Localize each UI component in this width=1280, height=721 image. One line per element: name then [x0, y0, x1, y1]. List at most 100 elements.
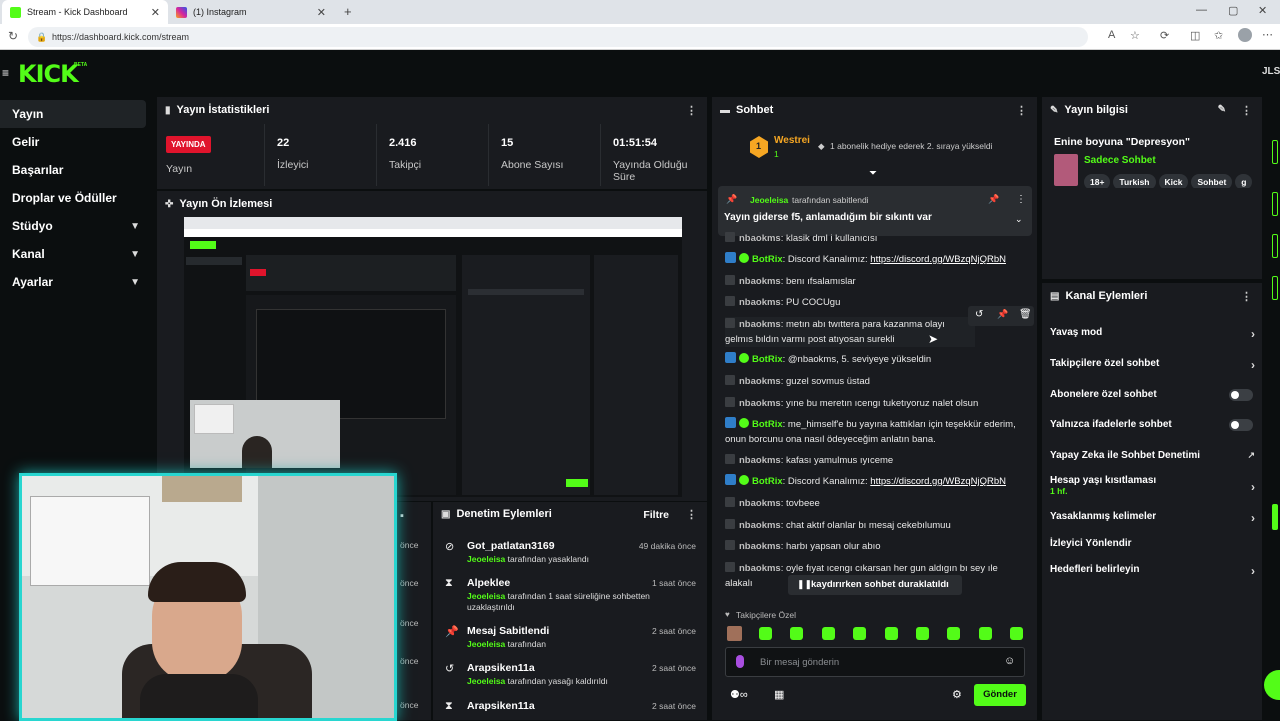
emote-icon[interactable] [979, 627, 992, 640]
emote-icon[interactable] [759, 627, 772, 640]
chat-message[interactable]: nbaokms: chat aktıf olanlar bı mesaj cek… [725, 518, 1025, 533]
collapse-icon[interactable]: ⏷ [869, 168, 877, 179]
pinned-message[interactable]: 📌 Jeoeleisa tarafından sabitlendi 📌 ⋮ Ya… [718, 186, 1032, 236]
chat-tools-icon[interactable]: ⚉∞ [730, 688, 748, 701]
side-shortcut[interactable] [1272, 276, 1278, 300]
help-button[interactable] [1264, 670, 1280, 700]
chevron-down-icon[interactable]: ⌄ [1015, 214, 1023, 225]
channel-action-emotes-only[interactable]: Yalnızca ifadelerle sohbet [1050, 419, 1255, 431]
chat-message[interactable]: nbaokms: yıne bu meretın ıcengı tuketıyo… [725, 396, 1025, 411]
split-screen-icon[interactable]: ◫ [1190, 29, 1200, 42]
kick-logo[interactable]: KICK [18, 60, 79, 88]
maximize-icon[interactable]: ▢ [1228, 4, 1238, 17]
kebab-menu-icon[interactable]: ⋮ [1016, 194, 1026, 205]
chat-username[interactable]: nbaokms [739, 233, 781, 242]
filter-button[interactable]: Filtre [643, 509, 669, 521]
kebab-menu-icon[interactable]: ⋮ [686, 508, 697, 521]
close-tab-icon[interactable]: ✕ [317, 6, 326, 19]
chat-message[interactable]: BotRix: Discord Kanalımız: https://disco… [725, 474, 1025, 489]
extensions-icon[interactable]: ⟳ [1160, 29, 1169, 42]
chat-username[interactable]: BotRix [752, 476, 783, 487]
emote-avatar[interactable] [727, 626, 742, 641]
sidebar-item-yayin[interactable]: Yayın [0, 100, 146, 128]
channel-action-followers-only[interactable]: Takipçilere özel sohbet › [1050, 358, 1255, 372]
side-shortcut[interactable] [1272, 192, 1278, 216]
emote-icon[interactable] [822, 627, 835, 640]
chat-username[interactable]: nbaokms [739, 319, 781, 330]
chat-message[interactable]: nbaokms: benı ıfsalamıslar [725, 274, 1025, 289]
tab-kick-dashboard[interactable]: Stream - Kick Dashboard ✕ [2, 0, 168, 24]
chat-paused-banner[interactable]: ❚❚ kaydırırken sohbet duraklatıldı [788, 575, 962, 595]
channel-action-raid[interactable]: İzleyici Yönlendir [1050, 538, 1255, 549]
chat-message[interactable]: nbaokms: tovbeee [725, 496, 1025, 511]
pin-icon[interactable]: 📌 [997, 309, 1008, 320]
edit-icon[interactable]: ✎ [1218, 104, 1226, 115]
chat-username[interactable]: nbaokms [739, 498, 781, 509]
chat-username[interactable]: nbaokms [739, 376, 781, 387]
chat-username[interactable]: nbaokms [739, 520, 781, 531]
subscribers-only-toggle[interactable] [1229, 389, 1253, 401]
emote-icon[interactable] [916, 627, 929, 640]
sidebar-item-droplar[interactable]: Droplar ve Ödüller [0, 184, 150, 212]
chat-message[interactable]: nbaokms: guzel sovmus üstad [725, 374, 1025, 389]
user-initials[interactable]: JLS [1262, 66, 1280, 77]
chat-username[interactable]: nbaokms [739, 276, 781, 287]
sidebar-item-gelir[interactable]: Gelir [0, 128, 150, 156]
window-close-icon[interactable]: ✕ [1258, 4, 1267, 17]
chat-link[interactable]: https://discord.gg/WBzqNjQRbN [870, 254, 1006, 265]
kebab-menu-icon[interactable]: ⋮ [1241, 104, 1252, 117]
chat-username[interactable]: nbaokms [739, 563, 781, 574]
top-gifter-name[interactable]: Westrei [774, 135, 810, 146]
kebab-menu-icon[interactable]: ⋮ [1241, 290, 1252, 303]
side-shortcut[interactable] [1272, 234, 1278, 258]
read-aloud-icon[interactable]: A [1108, 29, 1115, 41]
chat-message[interactable]: BotRix: me_himself'e bu yayına kattıklar… [725, 417, 1025, 447]
chat-message[interactable]: nbaokms: kafası yamulmus ıyıceme [725, 453, 1025, 468]
chat-link[interactable]: https://discord.gg/WBzqNjQRbN [870, 476, 1006, 487]
mod-action-item[interactable]: ⧗ Alpeklee Jeoeleisa tarafından 1 saat s… [445, 577, 700, 617]
channel-action-subscribers-only[interactable]: Abonelere özel sohbet [1050, 389, 1255, 401]
chat-message[interactable]: BotRix: Discord Kanalımız: https://disco… [725, 252, 1025, 267]
minimize-icon[interactable]: — [1196, 4, 1207, 16]
favorite-star-icon[interactable]: ☆ [1130, 29, 1140, 42]
kebab-menu-icon[interactable]: ⋮ [686, 104, 697, 117]
emoji-icon[interactable]: ☺ [1004, 655, 1015, 667]
close-tab-icon[interactable]: ✕ [151, 6, 160, 19]
category-name[interactable]: Sadece Sohbet [1084, 155, 1156, 166]
channel-action-goals[interactable]: Hedefleri belirleyin › [1050, 564, 1255, 578]
store-icon[interactable]: ▦ [774, 688, 784, 701]
sidebar-item-ayarlar[interactable]: Ayarlar ▼ [0, 268, 150, 296]
emote-icon[interactable] [853, 627, 866, 640]
emotes-only-toggle[interactable] [1229, 419, 1253, 431]
sidebar-item-basarilar[interactable]: Başarılar [0, 156, 150, 184]
chat-username[interactable]: nbaokms [739, 398, 781, 409]
channel-action-slow-mode[interactable]: Yavaş mod › [1050, 327, 1255, 341]
mic-icon[interactable] [736, 655, 744, 668]
chat-input-box[interactable]: Bir mesaj gönderin ☺ [725, 647, 1025, 677]
chat-username[interactable]: nbaokms [739, 455, 781, 466]
channel-action-banned-words[interactable]: Yasaklanmış kelimeler › [1050, 511, 1255, 525]
side-shortcut-active[interactable] [1272, 504, 1278, 530]
hamburger-menu-icon[interactable]: ≡ [2, 66, 9, 80]
mod-action-item[interactable]: 📌 Mesaj Sabitlendi Jeoeleisa tarafından … [445, 625, 700, 655]
chat-username[interactable]: nbaokms [739, 541, 781, 552]
timeout-icon[interactable]: ↺ [975, 309, 983, 320]
reload-icon[interactable]: ↻ [8, 29, 18, 43]
chat-username[interactable]: BotRix [752, 254, 783, 265]
channel-action-ai-moderation[interactable]: Yapay Zeka ile Sohbet Denetimi ↗ [1050, 450, 1255, 461]
tab-instagram[interactable]: (1) Instagram ✕ [168, 0, 334, 24]
chat-message[interactable]: BotRix: @nbaokms, 5. seviyeye yükseldin [725, 352, 1025, 367]
chat-message[interactable]: nbaokms: harbı yapsan olur abıo [725, 539, 1025, 554]
trash-icon[interactable]: 🗑 [1019, 309, 1032, 320]
chat-username[interactable]: BotRix [752, 419, 783, 430]
emote-icon[interactable] [947, 627, 960, 640]
favorites-icon[interactable]: ✩ [1214, 29, 1223, 42]
more-options-icon[interactable]: ⋯ [1262, 28, 1273, 41]
mod-action-item[interactable]: ⊘ Got_patlatan3169 Jeoeleisa tarafından … [445, 540, 700, 570]
channel-action-account-age[interactable]: Hesap yaşı kısıtlaması 1 hf. › [1050, 475, 1255, 497]
chat-username[interactable]: BotRix [752, 354, 783, 365]
emote-icon[interactable] [790, 627, 803, 640]
sidebar-item-kanal[interactable]: Kanal ▼ [0, 240, 150, 268]
kebab-menu-icon[interactable]: ⋮ [1016, 104, 1027, 117]
unpin-icon[interactable]: 📌 [988, 194, 999, 205]
